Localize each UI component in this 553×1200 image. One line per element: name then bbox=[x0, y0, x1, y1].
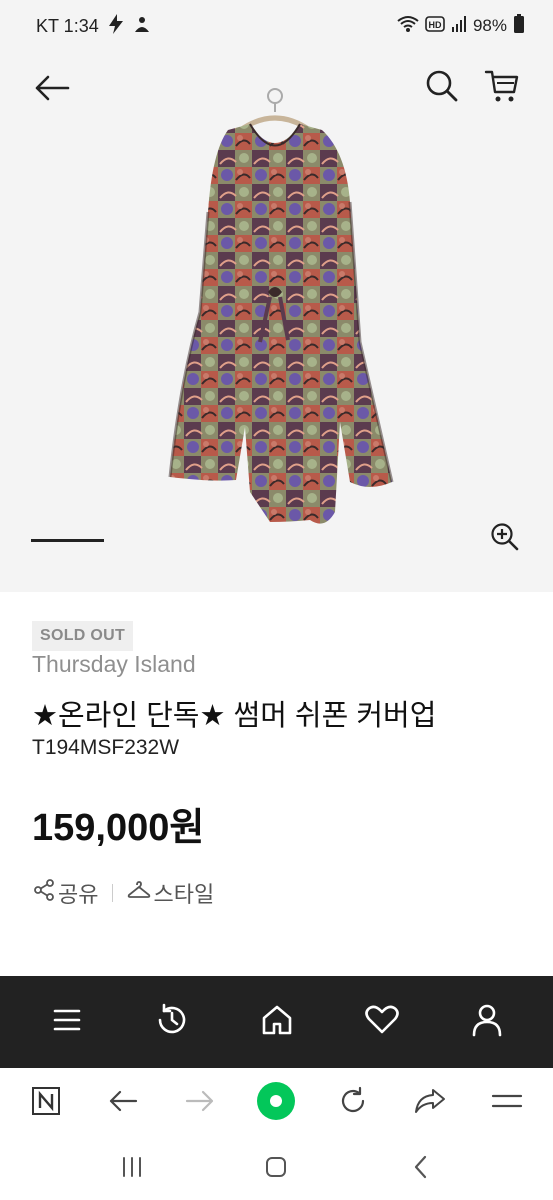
back-icon bbox=[108, 1089, 138, 1118]
cart-icon bbox=[484, 68, 520, 109]
carousel-indicator bbox=[31, 539, 104, 542]
status-bar: KT 1:34 HD 98% bbox=[0, 0, 553, 52]
zoom-in-icon bbox=[490, 522, 520, 557]
product-code: T194MSF232W bbox=[32, 736, 180, 759]
refresh-icon bbox=[338, 1086, 368, 1121]
hanger-icon bbox=[127, 878, 151, 908]
wifi-icon bbox=[397, 15, 419, 38]
heart-icon bbox=[364, 1005, 399, 1040]
browser-share-button[interactable] bbox=[404, 1077, 456, 1129]
browser-refresh-button[interactable] bbox=[327, 1077, 379, 1129]
system-back-button[interactable] bbox=[391, 1144, 451, 1194]
nav-history-button[interactable] bbox=[144, 994, 200, 1050]
cart-button[interactable] bbox=[480, 66, 524, 110]
soldout-badge: SOLD OUT bbox=[32, 621, 134, 651]
product-image[interactable] bbox=[150, 82, 410, 562]
battery-icon bbox=[513, 13, 525, 39]
signal-icon bbox=[451, 15, 467, 38]
zoom-button[interactable] bbox=[484, 518, 526, 560]
style-label: 스타일 bbox=[153, 882, 215, 907]
system-recents-button[interactable] bbox=[102, 1144, 162, 1194]
carrier-time: KT 1:34 bbox=[36, 15, 99, 36]
forward-icon bbox=[185, 1089, 215, 1118]
menu-icon bbox=[52, 1007, 82, 1038]
style-button[interactable]: 스타일 bbox=[127, 877, 214, 909]
nav-mypage-button[interactable] bbox=[459, 994, 515, 1050]
home-icon bbox=[260, 1003, 294, 1042]
green-dot-icon bbox=[256, 1081, 296, 1126]
nav-home-button[interactable] bbox=[249, 994, 305, 1050]
share-label: 공유 bbox=[58, 882, 99, 907]
svg-text:HD: HD bbox=[428, 20, 441, 30]
history-icon bbox=[155, 1003, 189, 1042]
hamburger-icon bbox=[491, 1090, 523, 1117]
search-button[interactable] bbox=[420, 66, 464, 110]
browser-menu-button[interactable] bbox=[481, 1077, 533, 1129]
app-bottom-nav bbox=[0, 976, 553, 1068]
naver-home-button[interactable] bbox=[20, 1077, 72, 1129]
search-icon bbox=[425, 69, 459, 108]
naver-icon bbox=[31, 1086, 61, 1121]
browser-back-button[interactable] bbox=[97, 1077, 149, 1129]
bolt-icon bbox=[107, 13, 125, 39]
system-home-icon bbox=[264, 1155, 288, 1184]
product-actions: 공유 스타일 bbox=[32, 876, 214, 910]
system-home-button[interactable] bbox=[246, 1144, 306, 1194]
back-arrow-icon bbox=[34, 74, 70, 107]
system-nav-bar bbox=[0, 1138, 553, 1200]
back-button[interactable] bbox=[30, 68, 74, 112]
browser-green-dot-button[interactable] bbox=[250, 1077, 302, 1129]
browser-forward-button[interactable] bbox=[174, 1077, 226, 1129]
user-icon bbox=[471, 1003, 503, 1042]
product-price: 159,000원 bbox=[32, 807, 205, 849]
nav-menu-button[interactable] bbox=[39, 994, 95, 1050]
share-button[interactable]: 공유 bbox=[32, 877, 98, 909]
share-arrow-icon bbox=[414, 1088, 446, 1119]
brand-name[interactable]: Thursday Island bbox=[32, 651, 196, 678]
recents-icon bbox=[120, 1156, 144, 1183]
system-back-icon bbox=[412, 1155, 430, 1184]
nav-wishlist-button[interactable] bbox=[354, 994, 410, 1050]
battery-level: 98% bbox=[472, 16, 507, 35]
product-hero bbox=[0, 52, 553, 592]
hd-icon: HD bbox=[425, 15, 445, 38]
action-divider bbox=[112, 884, 114, 902]
product-title: ★온라인 단독★ 썸머 쉬폰 커버업 bbox=[32, 700, 437, 732]
app-icon bbox=[133, 14, 151, 39]
share-icon bbox=[32, 878, 56, 908]
browser-toolbar bbox=[0, 1068, 553, 1138]
